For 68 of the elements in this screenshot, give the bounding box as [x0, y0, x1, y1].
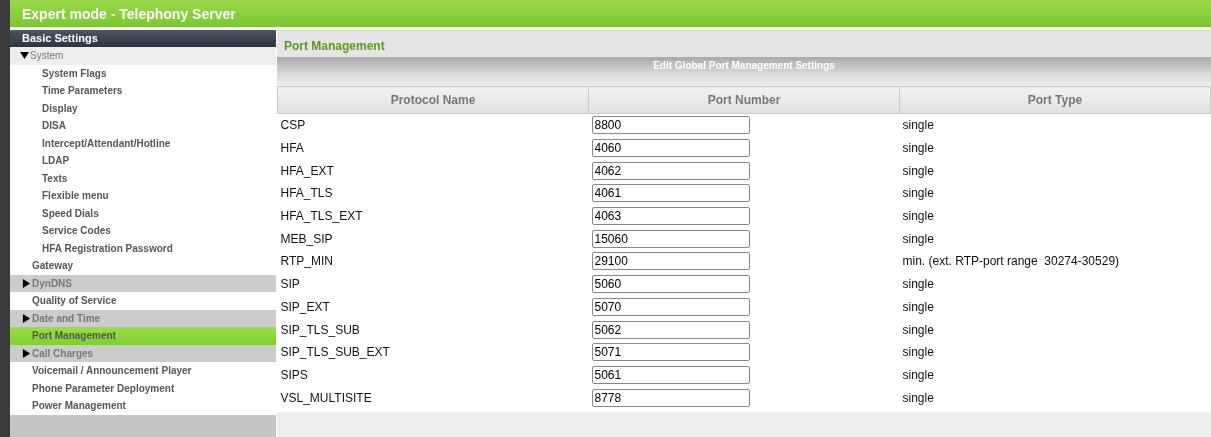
sidebar-item[interactable]: Gateway [10, 257, 276, 275]
sidebar-item[interactable]: Time Parameters [10, 82, 276, 100]
sidebar-item[interactable]: Quality of Service [10, 292, 276, 310]
table-cell-text: single [901, 298, 935, 316]
table-cell: single [899, 113, 1211, 137]
sidebar-item[interactable]: Service Codes [10, 222, 276, 240]
table-cell-text: RTP_MIN [279, 253, 334, 271]
sidebar-item[interactable]: HFA Registration Password [10, 239, 276, 257]
sidebar-item[interactable]: Speed Dials [10, 204, 276, 222]
port-field[interactable]: 4061 [591, 184, 750, 203]
port-field[interactable]: 8800 [591, 116, 750, 135]
table-cell-text: SIP_TLS_SUB_EXT [279, 344, 391, 362]
port-field[interactable]: 15060 [591, 229, 750, 248]
sidebar-header: Basic Settings [10, 30, 276, 47]
column-header: Protocol Name [277, 86, 589, 114]
table-cell-text: single [901, 140, 935, 158]
sidebar-item[interactable]: Port Management [10, 327, 276, 345]
port-field[interactable]: 4062 [591, 161, 750, 180]
sidebar-item[interactable]: Power Management [10, 397, 276, 415]
table-cell-text: SIP [279, 276, 301, 294]
table-cell-text: single [901, 344, 935, 362]
table-cell-text: HFA_TLS [279, 185, 334, 203]
triangle-icon [22, 348, 31, 358]
sidebar-item[interactable]: Texts [10, 169, 276, 187]
sidebar-item[interactable]: Phone Parameter Deployment [10, 379, 276, 397]
port-field[interactable]: 5071 [591, 343, 750, 362]
table-cell: CSP [277, 113, 589, 137]
table-cell-text: SIP_EXT [279, 298, 331, 316]
port-field[interactable]: 8778 [591, 388, 750, 407]
sidebar-item[interactable]: LDAP [10, 152, 276, 170]
table-cell-text: single [901, 276, 935, 294]
sidebar-item[interactable]: Display [10, 99, 276, 117]
table-cell-text: single [901, 208, 935, 226]
table-cell-text: min. (ext. RTP-port range 30274-30529) [901, 253, 1121, 271]
port-field[interactable]: 5070 [591, 297, 750, 316]
table-cell-text: single [901, 321, 935, 339]
port-field[interactable]: 29100 [591, 252, 750, 271]
table-cell-text: SIPS [279, 366, 309, 384]
sidebar-item[interactable]: DISA [10, 117, 276, 135]
table-cell-text: single [901, 185, 935, 203]
table-cell-text: HFA_EXT [279, 162, 335, 180]
section-title: Edit Global Port Management Settings [653, 60, 835, 71]
table-cell-text: single [901, 162, 935, 180]
triangle-icon [20, 51, 29, 61]
sidebar-item[interactable]: System [10, 47, 276, 65]
table-cell-text: single [901, 389, 935, 407]
column-header: Port Number [588, 86, 900, 114]
port-field[interactable]: 5061 [591, 365, 750, 384]
port-field[interactable]: 5062 [591, 320, 750, 339]
sidebar-item[interactable]: Intercept/Attendant/Hotline [10, 134, 276, 152]
page-title: Port Management [277, 30, 1211, 57]
column-header: Port Type [899, 86, 1211, 114]
table-cell-text: single [901, 366, 935, 384]
table-cell-text: MEB_SIP [279, 230, 334, 248]
window-title: Expert mode - Telephony Server [22, 5, 236, 22]
table-cell-text: HFA [279, 140, 305, 158]
port-field[interactable]: 4060 [591, 139, 750, 158]
sidebar-item[interactable]: System Flags [10, 64, 276, 82]
sidebar-item[interactable]: Voicemail / Announcement Player [10, 362, 276, 380]
sidebar-item[interactable]: Flexible menu [10, 187, 276, 205]
table-cell-text: HFA_TLS_EXT [279, 208, 364, 226]
table-cell-text: SIP_TLS_SUB [279, 321, 361, 339]
table-cell-text: VSL_MULTISITE [279, 389, 373, 407]
table-cell-text: single [901, 230, 935, 248]
port-field[interactable]: 4063 [591, 207, 750, 226]
triangle-icon [22, 313, 31, 323]
triangle-icon [22, 278, 31, 288]
port-field[interactable]: 5060 [591, 275, 750, 294]
